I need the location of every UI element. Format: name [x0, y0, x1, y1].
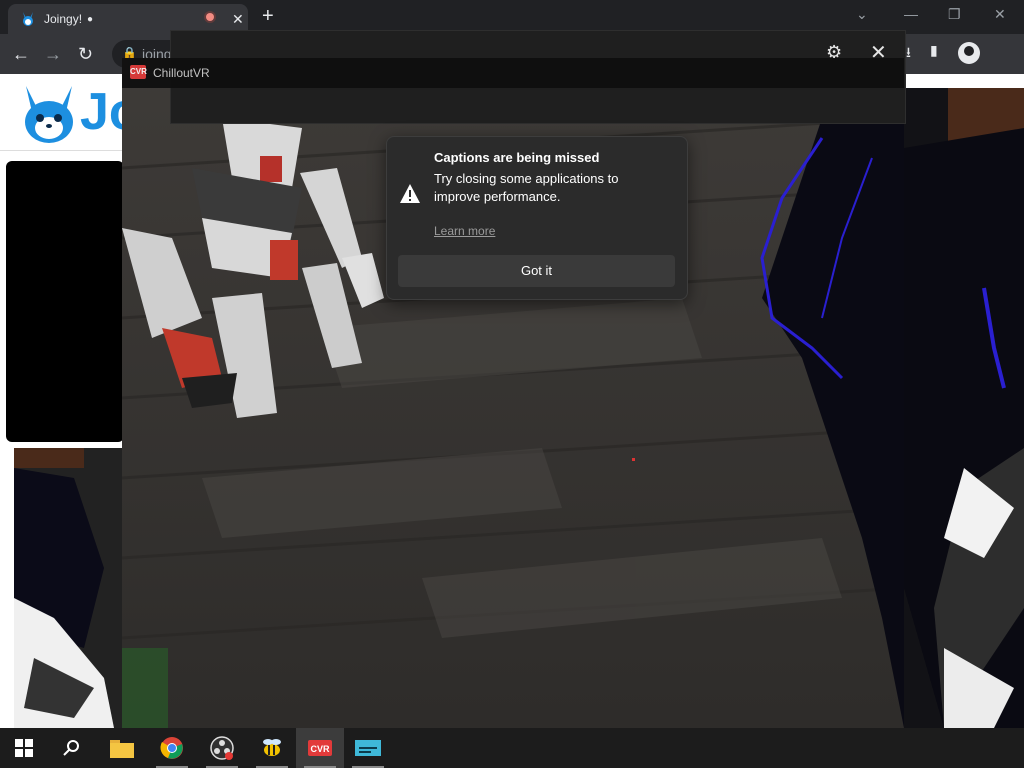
browser-titlebar: Joingy! ● ✕ + ⌄ — ❐ ✕	[0, 0, 1024, 34]
obs-icon[interactable]	[198, 728, 246, 768]
toast-heading: Captions are being missed	[434, 150, 600, 165]
back-arrow-icon[interactable]: ←	[12, 44, 30, 65]
profile-avatar[interactable]	[958, 42, 980, 64]
new-tab-button[interactable]: +	[262, 5, 274, 28]
forward-arrow-icon[interactable]: →	[44, 44, 62, 65]
chilloutvr-window-title: ChilloutVR	[153, 66, 210, 80]
toast-body: Try closing some applications to improve…	[434, 171, 619, 204]
captions-warning-toast: Captions are being missed Try closing so…	[386, 136, 688, 300]
got-it-button[interactable]: Got it	[398, 255, 675, 287]
reload-icon[interactable]: ↻	[78, 44, 93, 65]
windows-taskbar: CVR	[0, 728, 1024, 768]
window-close-button[interactable]: ✕	[994, 6, 1006, 23]
chilloutvr-icon[interactable]: CVR	[296, 728, 344, 768]
warning-icon	[400, 184, 420, 203]
side-panel-icon[interactable]: ▮	[930, 42, 938, 59]
chilloutvr-titlebar: CVR ChilloutVR	[122, 58, 904, 88]
svg-text:CVR: CVR	[310, 744, 330, 754]
search-icon[interactable]	[48, 728, 96, 768]
joingy-favicon-icon	[23, 12, 33, 26]
self-video-panel	[14, 448, 124, 728]
download-icon[interactable]: ⭳	[906, 42, 911, 66]
tab-title: Joingy!	[44, 12, 83, 26]
recording-indicator-icon	[206, 13, 214, 21]
chat-bubble-icon: ●	[87, 13, 94, 25]
background-window-right	[904, 88, 1024, 728]
restore-button[interactable]: ❐	[948, 6, 961, 23]
stranger-video-panel	[6, 161, 124, 442]
captions-app-icon[interactable]	[344, 728, 392, 768]
tab-close-icon[interactable]: ✕	[232, 11, 244, 28]
windows-start-icon[interactable]	[0, 728, 48, 768]
joingy-bunny-logo-icon	[25, 86, 73, 143]
chrome-icon[interactable]	[148, 728, 196, 768]
chilloutvr-logo-icon: CVR	[130, 65, 147, 79]
bee-app-icon[interactable]	[248, 728, 296, 768]
minimize-button[interactable]: —	[904, 6, 918, 22]
tab-search-icon[interactable]: ⌄	[856, 6, 868, 23]
learn-more-link[interactable]: Learn more	[434, 224, 495, 238]
divider	[0, 150, 124, 151]
file-explorer-icon[interactable]	[98, 728, 146, 768]
